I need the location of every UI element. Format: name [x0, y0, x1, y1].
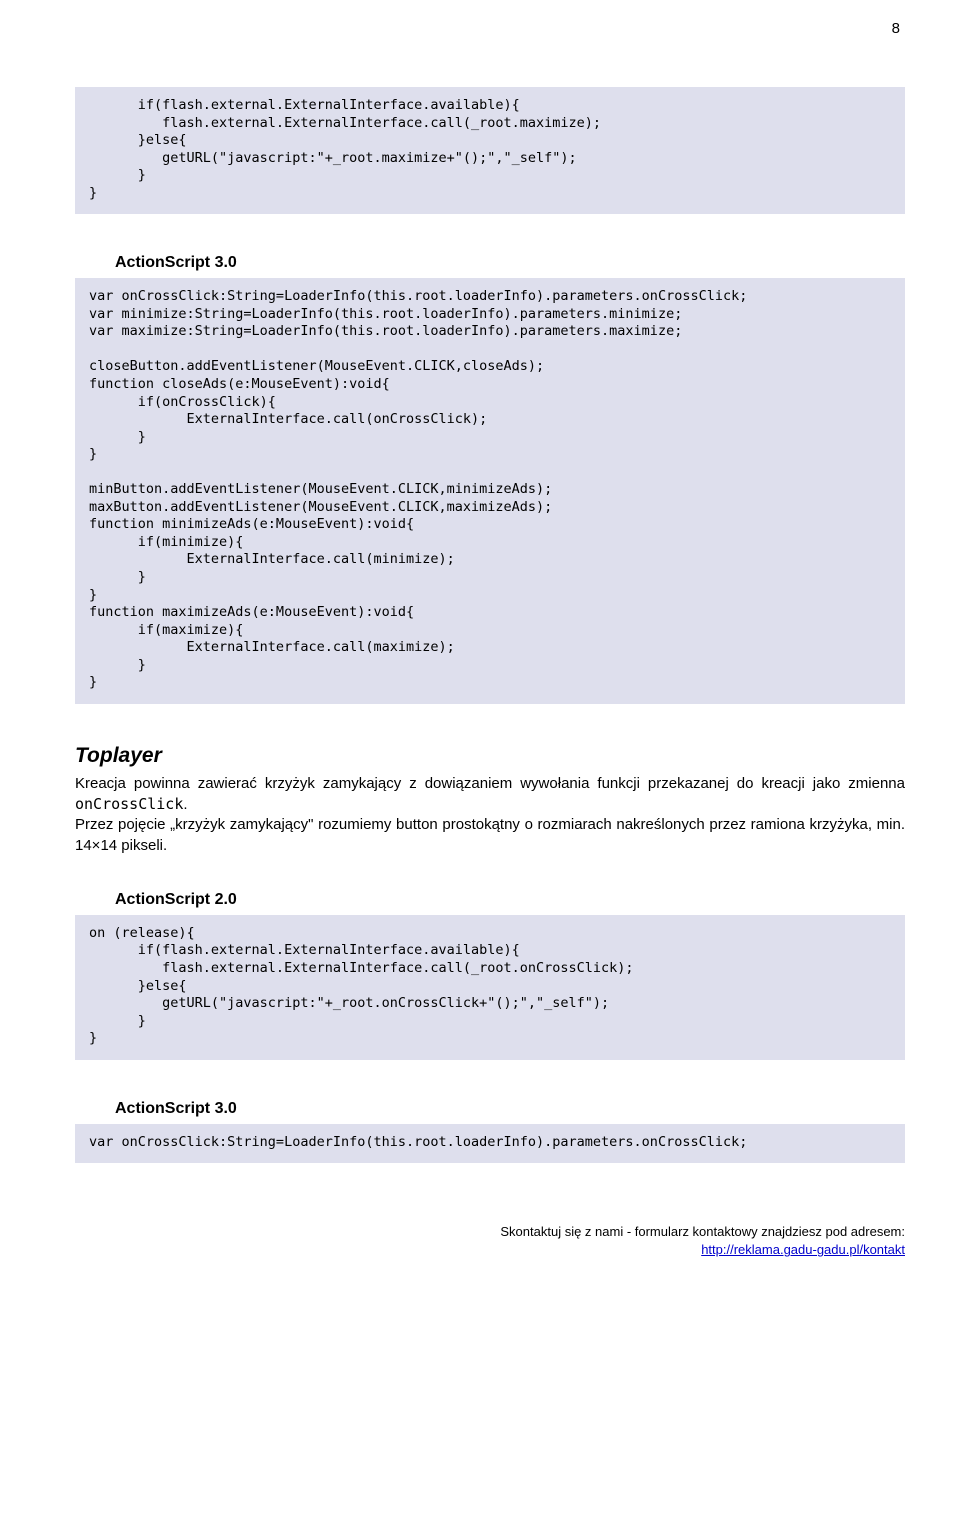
heading-actionscript-2: ActionScript 2.0 [115, 891, 905, 909]
page-number: 8 [75, 20, 905, 37]
footer-text: Skontaktuj się z nami - formularz kontak… [500, 1224, 905, 1239]
heading-actionscript-3-second: ActionScript 3.0 [115, 1100, 905, 1118]
heading-actionscript-3: ActionScript 3.0 [115, 254, 905, 272]
code-block-1: if(flash.external.ExternalInterface.avai… [75, 87, 905, 214]
code-block-4: var onCrossClick:String=LoaderInfo(this.… [75, 1124, 905, 1164]
code-block-3: on (release){ if(flash.external.External… [75, 915, 905, 1060]
toplayer-title: Toplayer [75, 744, 905, 768]
footer: Skontaktuj się z nami - formularz kontak… [75, 1223, 905, 1259]
toplayer-paragraph: Kreacja powinna zawierać krzyżyk zamykaj… [75, 774, 905, 856]
footer-link[interactable]: http://reklama.gadu-gadu.pl/kontakt [701, 1242, 905, 1257]
code-block-2: var onCrossClick:String=LoaderInfo(this.… [75, 278, 905, 704]
